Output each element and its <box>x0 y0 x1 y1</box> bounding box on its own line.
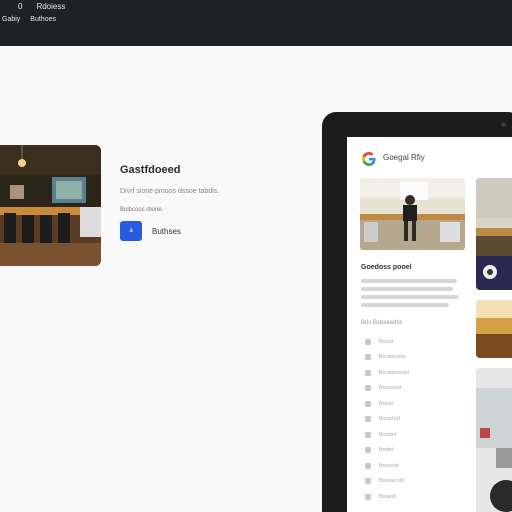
list-bullet-icon <box>365 369 371 376</box>
top-bar-subrow: Gabiy Buthoes <box>2 16 56 23</box>
top-bar-nav-label[interactable]: Rdoiess <box>36 2 65 11</box>
top-bar-icon[interactable]: 0 <box>18 2 22 11</box>
section-title: Goedoss pooel <box>361 264 412 271</box>
business-list: Bsoud Bsosbcvese Bsosbeceosd Bsoseood Bs… <box>365 334 409 505</box>
top-bar-row: 0 Rdoiess <box>18 2 65 11</box>
tablet-header-title: Goegal Rfiy <box>383 153 425 162</box>
list-bullet-icon <box>365 478 371 485</box>
side-photo-3[interactable] <box>476 368 512 512</box>
list-item[interactable]: Bsoseod <box>365 458 409 474</box>
left-info-block: Gastfdoeed Divrḟ sione pmoos dssoe tabd… <box>120 164 219 213</box>
list-item[interactable]: Bsoseood <box>365 381 409 397</box>
list-bullet-icon <box>365 462 371 469</box>
tablet-screen: Goegal Rfiy Goedoss pooel Bris Bsbseedss… <box>347 137 512 512</box>
list-item[interactable]: Bsoud <box>365 334 409 350</box>
restaurant-photo <box>0 145 101 266</box>
list-bullet-icon <box>365 493 371 500</box>
list-bullet-icon <box>365 354 371 361</box>
list-item[interactable]: Bsoebd <box>365 427 409 443</box>
list-bullet-icon <box>365 385 371 392</box>
list-item[interactable]: Bsosbcvese <box>365 350 409 366</box>
side-photo-2[interactable] <box>476 300 512 358</box>
description-paragraph <box>361 279 461 311</box>
business-action[interactable]: a Buthses <box>120 221 181 241</box>
left-title: Gastfdoeed <box>120 164 181 176</box>
business-link[interactable]: Buthses <box>152 227 181 236</box>
business-icon-button[interactable]: a <box>120 221 142 241</box>
left-meta: Buibcoos rbone. <box>120 207 164 213</box>
list-item[interactable]: Bsosd bd <box>365 412 409 428</box>
top-bar: 0 Rdoiess Gabiy Buthoes <box>0 0 512 46</box>
google-logo-icon <box>362 152 376 166</box>
list-bullet-icon <box>365 416 371 423</box>
list-bullet-icon <box>365 431 371 438</box>
list-bullet-icon <box>365 400 371 407</box>
list-subheading: Bris Bsbseedss <box>361 320 403 326</box>
top-bar-sub-right[interactable]: Buthoes <box>30 16 56 23</box>
list-item[interactable]: Bsoeod <box>365 489 409 505</box>
list-item[interactable]: Bsoooe sld <box>365 474 409 490</box>
list-item[interactable]: Bsebd <box>365 443 409 459</box>
left-subtitle: Divrḟ sione pmoos dssoe tabdis. <box>120 188 220 195</box>
office-photo[interactable] <box>360 178 465 250</box>
top-bar-sub-left[interactable]: Gabiy <box>2 16 20 23</box>
list-item[interactable]: Bsosbeceosd <box>365 365 409 381</box>
list-bullet-icon <box>365 447 371 454</box>
list-bullet-icon <box>365 338 371 345</box>
camera-icon <box>501 122 506 127</box>
list-item[interactable]: Bssod <box>365 396 409 412</box>
side-photo-1[interactable] <box>476 178 512 290</box>
